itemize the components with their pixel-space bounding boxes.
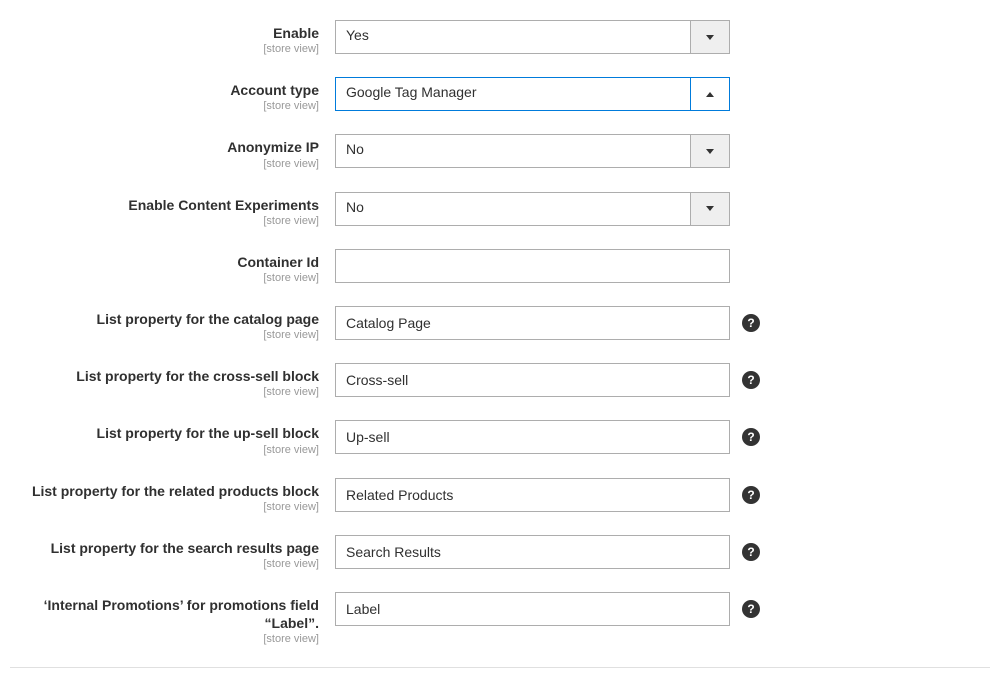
label-anonymize-ip: Anonymize IP xyxy=(10,138,319,156)
scope-label: [store view] xyxy=(10,444,319,456)
input-col: ? xyxy=(335,420,760,454)
label-col: ‘Internal Promotions’ for promotions fie… xyxy=(10,592,335,645)
label-related-products: List property for the related products b… xyxy=(10,482,319,500)
label-col: Container Id [store view] xyxy=(10,249,335,284)
chevron-down-icon xyxy=(706,206,714,211)
label-account-type: Account type xyxy=(10,81,319,99)
input-col: No xyxy=(335,192,730,226)
row-anonymize-ip: Anonymize IP [store view] No xyxy=(10,134,990,169)
label-col: List property for the up-sell block [sto… xyxy=(10,420,335,455)
select-arrow[interactable] xyxy=(691,192,730,226)
help-icon[interactable]: ? xyxy=(742,543,760,561)
scope-label: [store view] xyxy=(10,386,319,398)
chevron-down-icon xyxy=(706,35,714,40)
select-value: Google Tag Manager xyxy=(335,77,691,111)
scope-label: [store view] xyxy=(10,215,319,227)
help-icon[interactable]: ? xyxy=(742,428,760,446)
divider xyxy=(10,667,990,668)
config-form: Enable [store view] Yes Account type [st… xyxy=(10,20,990,668)
label-col: List property for the search results pag… xyxy=(10,535,335,570)
input-catalog-page[interactable] xyxy=(335,306,730,340)
input-col: ? xyxy=(335,363,760,397)
input-up-sell[interactable] xyxy=(335,420,730,454)
scope-label: [store view] xyxy=(10,558,319,570)
label-col: List property for the related products b… xyxy=(10,478,335,513)
label-internal-promotions: ‘Internal Promotions’ for promotions fie… xyxy=(10,596,319,632)
row-content-experiments: Enable Content Experiments [store view] … xyxy=(10,192,990,227)
row-related-products: List property for the related products b… xyxy=(10,478,990,513)
input-cross-sell[interactable] xyxy=(335,363,730,397)
label-col: List property for the cross-sell block [… xyxy=(10,363,335,398)
select-arrow[interactable] xyxy=(691,20,730,54)
scope-label: [store view] xyxy=(10,501,319,513)
select-anonymize-ip[interactable]: No xyxy=(335,134,730,168)
scope-label: [store view] xyxy=(10,43,319,55)
label-search-results: List property for the search results pag… xyxy=(10,539,319,557)
input-col: No xyxy=(335,134,730,168)
input-col: ? xyxy=(335,535,760,569)
input-col: Google Tag Manager xyxy=(335,77,730,111)
help-icon[interactable]: ? xyxy=(742,486,760,504)
row-search-results: List property for the search results pag… xyxy=(10,535,990,570)
input-col: ? xyxy=(335,478,760,512)
select-arrow[interactable] xyxy=(691,134,730,168)
help-icon[interactable]: ? xyxy=(742,314,760,332)
row-up-sell: List property for the up-sell block [sto… xyxy=(10,420,990,455)
select-enable[interactable]: Yes xyxy=(335,20,730,54)
row-container-id: Container Id [store view] xyxy=(10,249,990,284)
input-related-products[interactable] xyxy=(335,478,730,512)
label-up-sell: List property for the up-sell block xyxy=(10,424,319,442)
scope-label: [store view] xyxy=(10,329,319,341)
label-catalog-page: List property for the catalog page xyxy=(10,310,319,328)
select-arrow[interactable] xyxy=(691,77,730,111)
chevron-up-icon xyxy=(706,92,714,97)
row-account-type: Account type [store view] Google Tag Man… xyxy=(10,77,990,112)
select-value: Yes xyxy=(335,20,691,54)
input-container-id[interactable] xyxy=(335,249,730,283)
select-value: No xyxy=(335,134,691,168)
label-cross-sell: List property for the cross-sell block xyxy=(10,367,319,385)
select-value: No xyxy=(335,192,691,226)
select-content-experiments[interactable]: No xyxy=(335,192,730,226)
row-internal-promotions: ‘Internal Promotions’ for promotions fie… xyxy=(10,592,990,645)
label-col: Anonymize IP [store view] xyxy=(10,134,335,169)
scope-label: [store view] xyxy=(10,100,319,112)
help-icon[interactable]: ? xyxy=(742,371,760,389)
scope-label: [store view] xyxy=(10,633,319,645)
label-col: Account type [store view] xyxy=(10,77,335,112)
label-container-id: Container Id xyxy=(10,253,319,271)
scope-label: [store view] xyxy=(10,158,319,170)
chevron-down-icon xyxy=(706,149,714,154)
row-catalog-page: List property for the catalog page [stor… xyxy=(10,306,990,341)
row-enable: Enable [store view] Yes xyxy=(10,20,990,55)
label-col: List property for the catalog page [stor… xyxy=(10,306,335,341)
input-col: ? xyxy=(335,306,760,340)
label-enable: Enable xyxy=(10,24,319,42)
label-col: Enable [store view] xyxy=(10,20,335,55)
scope-label: [store view] xyxy=(10,272,319,284)
select-account-type[interactable]: Google Tag Manager xyxy=(335,77,730,111)
input-internal-promotions[interactable] xyxy=(335,592,730,626)
help-icon[interactable]: ? xyxy=(742,600,760,618)
input-search-results[interactable] xyxy=(335,535,730,569)
label-content-experiments: Enable Content Experiments xyxy=(10,196,319,214)
input-col: ? xyxy=(335,592,760,626)
input-col xyxy=(335,249,730,283)
input-col: Yes xyxy=(335,20,730,54)
row-cross-sell: List property for the cross-sell block [… xyxy=(10,363,990,398)
label-col: Enable Content Experiments [store view] xyxy=(10,192,335,227)
